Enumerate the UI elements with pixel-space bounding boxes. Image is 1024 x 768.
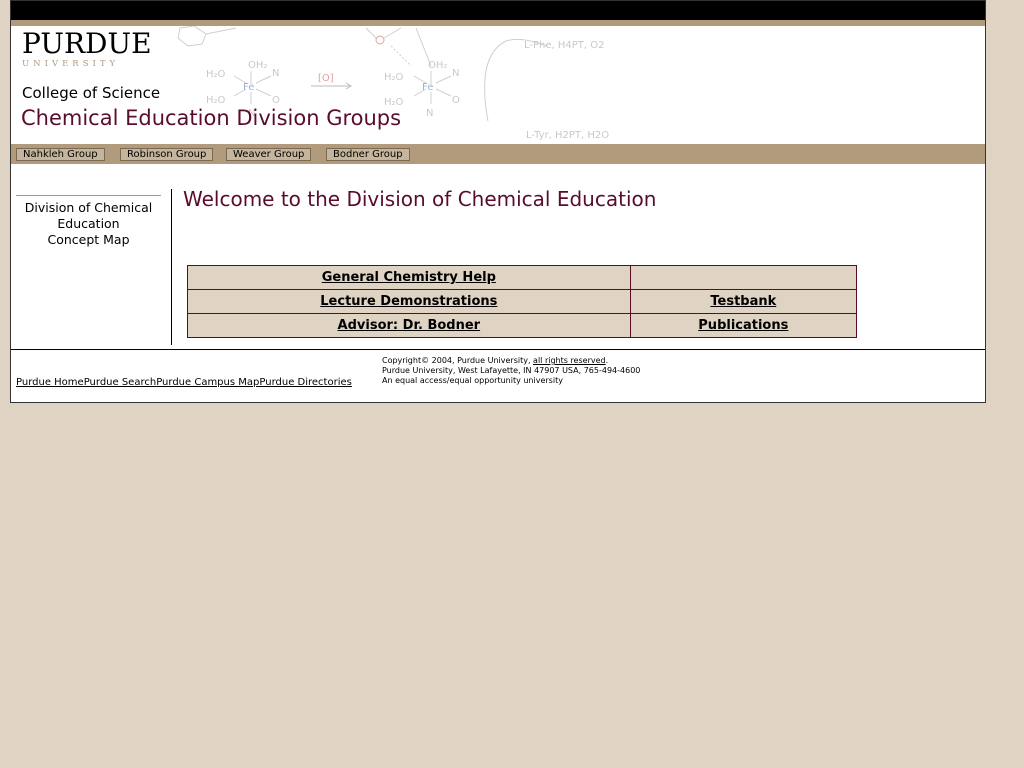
purdue-directories-link[interactable]: Purdue Directories xyxy=(259,377,351,388)
oxidant-label: [O] xyxy=(318,73,334,84)
svg-text:H₂O: H₂O xyxy=(206,69,226,80)
group-nav-bar: Nahkleh Group Robinson Group Weaver Grou… xyxy=(11,144,985,164)
svg-text:O: O xyxy=(452,95,460,106)
table-cell: Publications xyxy=(629,313,858,338)
svg-text:OH₂: OH₂ xyxy=(428,60,447,71)
all-rights-reserved-link[interactable]: all rights reserved xyxy=(533,356,606,365)
college-name: College of Science xyxy=(22,84,161,102)
table-cell: General Chemistry Help xyxy=(187,265,631,290)
sidebar: Division of Chemical Education Concept M… xyxy=(16,195,161,248)
table-cell: Lecture Demonstrations xyxy=(187,289,631,314)
copyright-line: Copyright© 2004, Purdue University, all … xyxy=(382,356,640,366)
general-chemistry-help-link[interactable]: General Chemistry Help xyxy=(322,270,496,285)
footer-links: Purdue HomePurdue SearchPurdue Campus Ma… xyxy=(16,377,352,388)
table-cell: Testbank xyxy=(629,289,858,314)
sidebar-division-line2[interactable]: Education xyxy=(16,216,161,232)
header: PURDUE UNIVERSITY H₂O OH₂ N Fe H₂O O N [… xyxy=(11,26,985,144)
table-cell xyxy=(629,265,858,290)
purdue-campus-map-link[interactable]: Purdue Campus Map xyxy=(156,377,259,388)
nav-button-bodner-group[interactable]: Bodner Group xyxy=(326,148,410,161)
footer-divider xyxy=(11,349,985,350)
publications-link[interactable]: Publications xyxy=(698,318,788,333)
table-row: General Chemistry Help xyxy=(187,265,858,290)
division-title: Chemical Education Division Groups xyxy=(21,106,402,130)
svg-text:H₂O: H₂O xyxy=(384,72,404,83)
svg-text:N: N xyxy=(272,68,279,79)
page-frame: PURDUE UNIVERSITY H₂O OH₂ N Fe H₂O O N [… xyxy=(10,0,986,403)
resource-links-table: General Chemistry Help Lecture Demonstra… xyxy=(187,265,858,338)
purdue-search-link[interactable]: Purdue Search xyxy=(84,377,157,388)
nav-button-weaver-group[interactable]: Weaver Group xyxy=(226,148,312,161)
svg-text:N: N xyxy=(426,108,433,119)
logo-subtitle: UNIVERSITY xyxy=(22,59,120,69)
lecture-demonstrations-link[interactable]: Lecture Demonstrations xyxy=(320,294,497,309)
advisor-link[interactable]: Advisor: Dr. Bodner xyxy=(338,318,481,333)
svg-text:Fe: Fe xyxy=(243,82,254,93)
copyright-text: Copyright© 2004, Purdue University, xyxy=(382,356,534,365)
svg-text:OH₂: OH₂ xyxy=(248,60,267,71)
svg-text:Fe: Fe xyxy=(422,82,433,93)
svg-text:O: O xyxy=(272,95,280,106)
purdue-logo[interactable]: PURDUE UNIVERSITY xyxy=(22,27,152,70)
sidebar-division-line1[interactable]: Division of Chemical xyxy=(16,200,161,216)
table-row: Advisor: Dr. Bodner Publications xyxy=(187,313,858,338)
purdue-home-link[interactable]: Purdue Home xyxy=(16,377,84,388)
sidebar-concept-map-link[interactable]: Concept Map xyxy=(16,232,161,248)
top-black-bar xyxy=(11,1,985,20)
testbank-link[interactable]: Testbank xyxy=(710,294,776,309)
copyright-block: Copyright© 2004, Purdue University, all … xyxy=(382,356,640,386)
logo-wordmark: PURDUE xyxy=(22,27,152,60)
table-row: Lecture Demonstrations Testbank xyxy=(187,289,858,314)
sidebar-divider xyxy=(171,189,172,345)
equal-access-line: An equal access/equal opportunity univer… xyxy=(382,376,563,385)
copyright-period: . xyxy=(605,356,609,365)
nav-button-robinson-group[interactable]: Robinson Group xyxy=(120,148,214,161)
reaction-top-label: L-Phe, H4PT, O2 xyxy=(524,40,605,51)
svg-text:H₂O: H₂O xyxy=(206,95,226,106)
table-cell: Advisor: Dr. Bodner xyxy=(187,313,631,338)
reaction-bottom-label: L-Tyr, H2PT, H2O xyxy=(526,130,609,141)
svg-text:N: N xyxy=(452,68,459,79)
nav-button-nahkleh-group[interactable]: Nahkleh Group xyxy=(16,148,105,161)
address-line: Purdue University, West Lafayette, IN 47… xyxy=(382,366,641,375)
welcome-heading: Welcome to the Division of Chemical Educ… xyxy=(183,187,657,211)
